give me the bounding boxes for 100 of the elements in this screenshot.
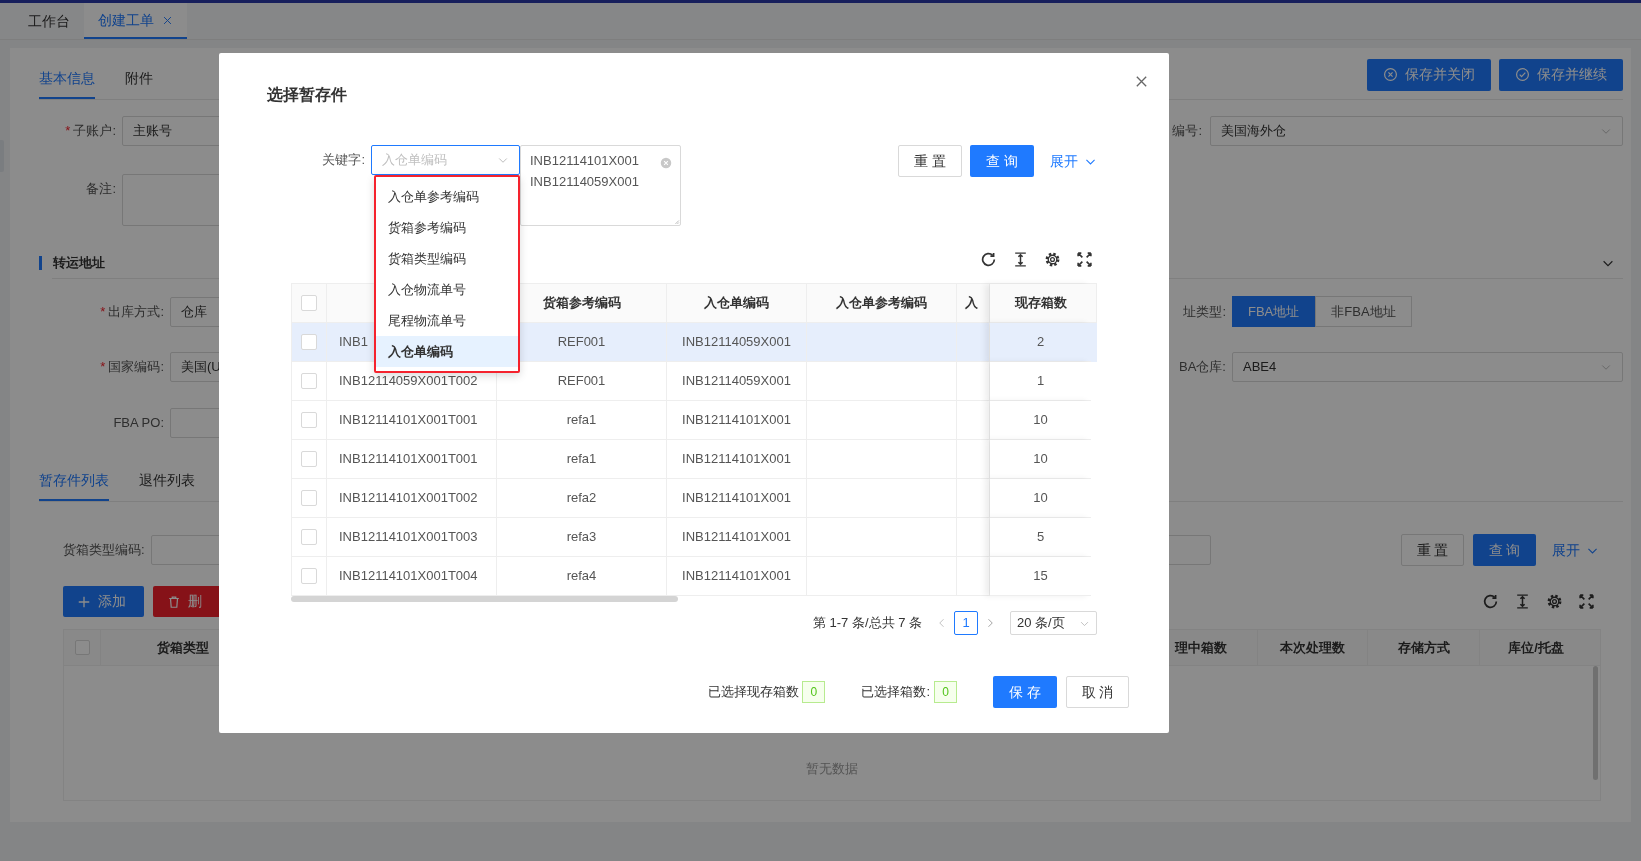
fullscreen-icon[interactable] (1076, 251, 1093, 268)
list-tab[interactable]: 暂存件列表 (39, 470, 109, 501)
checkbox[interactable] (301, 451, 317, 467)
section-title: 转运地址 (53, 254, 105, 273)
table-cell-text: INB12114101X001T001 (339, 411, 478, 430)
checkbox[interactable] (301, 373, 317, 389)
page-button[interactable]: 1 (954, 611, 978, 635)
checkbox[interactable] (301, 295, 317, 311)
table-cell-text: REF001 (557, 333, 606, 352)
trash-icon (167, 594, 181, 609)
checkbox[interactable] (301, 334, 317, 350)
add-button[interactable]: 添加 (63, 586, 144, 617)
column-header: 货箱类型 (157, 638, 209, 657)
section-marker (39, 256, 42, 270)
dropdown-option[interactable]: 入仓单参考编码 (376, 181, 518, 212)
warehouse-select[interactable]: 美国海外仓 (1210, 116, 1623, 146)
required-mark: * (100, 302, 106, 321)
dropdown-option[interactable]: 入仓物流单号 (376, 274, 518, 305)
expand-link[interactable]: 展开 (1552, 539, 1599, 561)
field-label: 编号: (1172, 122, 1203, 141)
table-cell-text: INB12114059X001 (682, 333, 791, 352)
clear-icon[interactable] (660, 157, 672, 169)
settings-icon[interactable] (1044, 251, 1061, 268)
save-button[interactable]: 保存并继续 (1499, 58, 1623, 91)
keyword-field[interactable]: INB12114101X001 INB12114059X001 (520, 145, 681, 226)
field-label: 已选择现存箱数 (708, 683, 800, 702)
refresh-icon[interactable] (1482, 593, 1499, 610)
table-cell-text: 10 (1033, 450, 1048, 469)
expand-link[interactable]: 展开 (1050, 145, 1097, 177)
dropdown-option[interactable]: 货箱参考编码 (376, 212, 518, 243)
dialog-title: 选择暂存件 (267, 85, 348, 105)
field-label: FBA PO: (113, 414, 164, 433)
page-tab[interactable]: 工作台 (14, 3, 84, 39)
scrollbar[interactable] (291, 596, 678, 602)
field-label: 子账户: (73, 122, 116, 141)
table-cell-text: INB12114059X001 (682, 372, 791, 391)
table-cell-text: INB12114101X001 (682, 411, 791, 430)
table-cell-text: INB12114101X001T003 (339, 528, 478, 547)
table-cell-text: refa1 (566, 411, 597, 430)
cancel-button[interactable]: 取 消 (1066, 676, 1129, 708)
checkbox[interactable] (301, 412, 317, 428)
segment-option[interactable]: FBA地址 (1232, 296, 1316, 327)
table-cell-text: 1 (1036, 372, 1045, 391)
field-label: 址类型: (1183, 302, 1227, 321)
table-cell-text: 2 (1036, 333, 1045, 352)
column-header: 入仓单参考编码 (836, 294, 927, 313)
required-mark: * (100, 358, 106, 377)
table-cell-text: INB1 (339, 333, 368, 352)
column-header: 库位/托盘 (1508, 638, 1564, 657)
row-height-icon[interactable] (1012, 251, 1029, 268)
query-button[interactable]: 查 询 (970, 145, 1034, 177)
table-cell-text: INB12114101X001T004 (339, 567, 478, 586)
refresh-icon[interactable] (980, 251, 997, 268)
table-cell-text: refa2 (566, 489, 597, 508)
table-cell-text: INB12114059X001T002 (339, 372, 478, 391)
close-icon[interactable] (1134, 74, 1149, 89)
save-button[interactable]: 保存并关闭 (1367, 58, 1491, 91)
field-label: 关键字: (321, 151, 366, 170)
field-label: 出库方式: (108, 302, 164, 321)
table-cell-text: 10 (1033, 411, 1048, 430)
column-header: 本次处理数 (1280, 638, 1345, 657)
checkbox[interactable] (301, 490, 317, 506)
dropdown-option[interactable]: 货箱类型编码 (376, 243, 518, 274)
query-button[interactable]: 查 询 (1473, 534, 1536, 566)
reset-button[interactable]: 重 置 (1401, 534, 1464, 566)
form-tab[interactable]: 基本信息 (39, 68, 95, 99)
table-cell-text: REF001 (557, 372, 606, 391)
table-cell-text: INB12114101X001 (682, 567, 791, 586)
close-icon[interactable] (162, 14, 173, 26)
table-cell-text: INB12114101X001 (682, 489, 791, 508)
pagination-summary: 第 1-7 条/总共 7 条 (812, 614, 922, 633)
count-badge: 0 (802, 681, 826, 703)
form-tab[interactable]: 附件 (125, 68, 153, 99)
scrollbar[interactable] (1593, 666, 1598, 780)
reset-button[interactable]: 重 置 (898, 145, 962, 177)
table-cell-text: INB12114101X001 (682, 450, 791, 469)
save-button[interactable]: 保 存 (993, 676, 1057, 708)
fullscreen-icon[interactable] (1578, 593, 1595, 610)
segment-option[interactable]: 非FBA地址 (1315, 296, 1412, 327)
field-label: 货箱类型编码: (63, 541, 146, 560)
settings-icon[interactable] (1546, 593, 1563, 610)
list-tab[interactable]: 退件列表 (139, 470, 195, 501)
table-cell-text: refa1 (566, 450, 597, 469)
checkbox[interactable] (301, 568, 317, 584)
fba-warehouse-select[interactable]: ABE4 (1232, 352, 1623, 382)
checkbox[interactable] (301, 529, 317, 545)
row-height-icon[interactable] (1514, 593, 1531, 610)
field-label: 备注: (86, 180, 116, 199)
field-label: 国家编码: (108, 358, 164, 377)
column-header: 现存箱数 (1014, 294, 1067, 313)
table-cell-text: 15 (1033, 567, 1048, 586)
dropdown-option[interactable]: 入仓单编码 (376, 336, 518, 367)
table-cell-text: refa3 (566, 528, 597, 547)
page-tab[interactable]: 创建工单 (84, 3, 187, 39)
column-header: 入仓单编码 (704, 294, 769, 313)
table-cell-text: refa4 (566, 567, 597, 586)
page-size-select[interactable]: 20 条/页 (1010, 611, 1097, 635)
field-label: BA仓库: (1179, 358, 1227, 377)
count-badge: 0 (934, 681, 957, 703)
table-cell-text: INB12114101X001 (682, 528, 791, 547)
